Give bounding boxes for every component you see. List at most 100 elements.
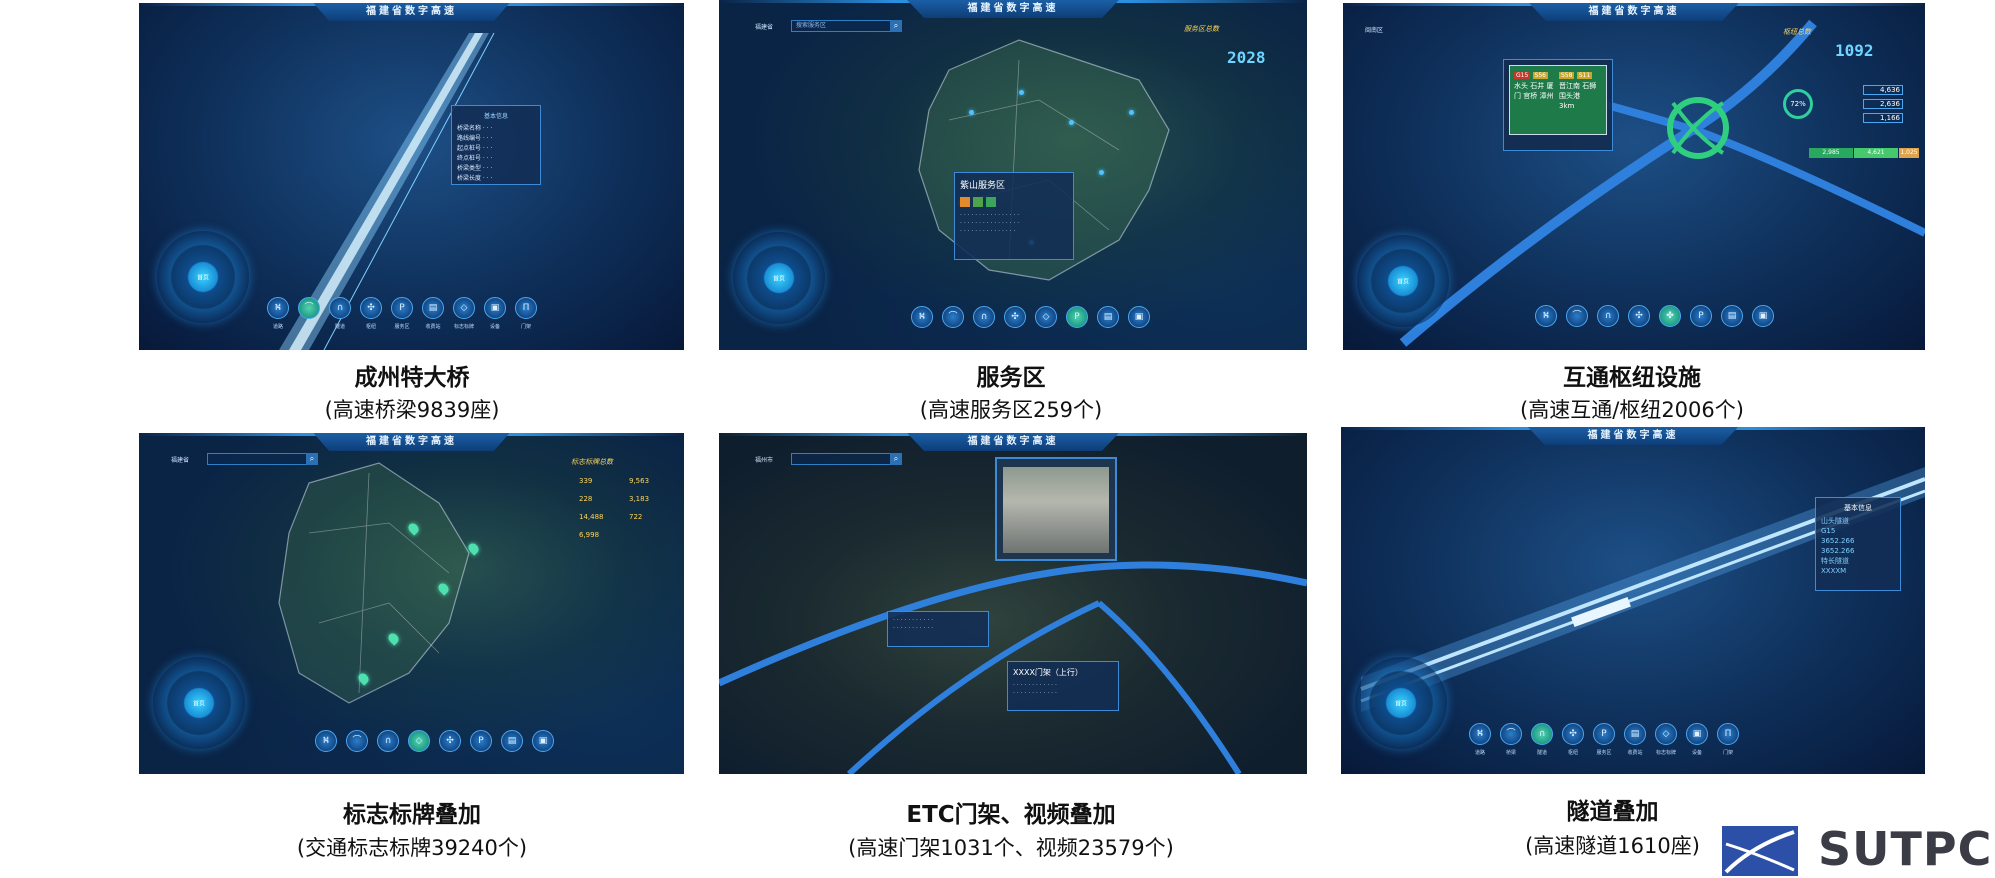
stat-value: 2028 [1227,48,1266,67]
category-toolbar: ⛕ ⌒ ∩ ✣ ✤ P ▤ ▣ [1535,305,1774,327]
toolbar-label: 收费站 [425,324,441,330]
info-title: 基本信息 [1844,504,1872,512]
sign-icon[interactable]: ◇ [1655,723,1677,745]
interchange-icon[interactable]: ✤ [1659,305,1681,327]
toll-icon[interactable]: ▤ [1721,305,1743,327]
toll-icon[interactable]: ▤ [1624,723,1646,745]
toolbar-label: 服务区 [1596,750,1612,756]
device-icon[interactable]: ▣ [532,730,554,752]
caption-title-interchange: 互通枢纽设施 [1563,365,1701,391]
toolbar-label: 收费站 [1627,750,1643,756]
toolbar-label: 标志标牌 [453,324,474,330]
caption-sub-bridge: (高速桥梁9839座) [324,398,500,422]
sign-destinations: 晋江南 石狮 围头港 [1559,82,1597,100]
road-icon[interactable]: ⛕ [911,306,933,328]
caption-title-tunnel: 隧道叠加 [1566,799,1659,825]
device-icon[interactable]: ▣ [1752,305,1774,327]
toolbar-label: 桥梁 [303,324,314,330]
stat-value: 14,488 [579,513,604,521]
sign-icon[interactable]: ◇ [408,730,430,752]
stat-title: 服务区总数 [1184,25,1219,33]
service-area-popup: 紫山服务区 · · · · · · · · · · · · · · · · · ·… [954,172,1074,260]
hub-icon[interactable]: ✣ [360,297,382,319]
service-area-icon[interactable]: P [1690,305,1712,327]
stat-title: 标志标牌总数 [571,458,613,466]
toll-icon[interactable]: ▤ [1097,306,1119,328]
device-icon[interactable]: ▣ [1128,306,1150,328]
hub-icon[interactable]: ✣ [1562,723,1584,745]
tunnel-icon[interactable]: ∩ [1531,723,1553,745]
nav-dial[interactable]: 首页 [733,232,825,324]
sign-icon[interactable]: ◇ [453,297,475,319]
toolbar-label: 设备 [489,324,500,330]
sign-icon[interactable]: ◇ [1035,306,1057,328]
toolbar-labels: 道路 桥梁 隧道 枢纽 服务区 收费站 标志标牌 设备 门架 [267,323,537,330]
category-toolbar: ⛕ ⌒ ∩ ✣ P ▤ ◇ ▣ Π [1469,723,1739,745]
hub-icon[interactable]: ✣ [1628,305,1650,327]
stats-grid: 339 9,563 228 3,183 14,488 722 6,998 [579,477,679,539]
tunnel-icon[interactable]: ∩ [329,297,351,319]
stat-value: 339 [579,477,593,485]
info-line: 3652.266 [1821,547,1855,555]
nav-dial[interactable]: 首页 [1357,235,1449,327]
service-area-pin[interactable] [969,110,974,115]
service-area-icon[interactable]: P [1593,723,1615,745]
service-area-icon[interactable]: P [391,297,413,319]
device-icon[interactable]: ▣ [1686,723,1708,745]
service-area-pin[interactable] [1129,110,1134,115]
bridge-icon[interactable]: ⌒ [942,306,964,328]
caption-sub-signs: (交通标志标牌39240个) [296,836,528,860]
toll-icon[interactable]: ▤ [501,730,523,752]
count-value: 1,166 [1863,113,1903,123]
bar-value: 1,025 [1899,148,1919,158]
caption-title-service-area: 服务区 [976,365,1046,391]
hub-icon[interactable]: ✣ [439,730,461,752]
stat-value: 228 [579,495,593,503]
sign-distance: 3km [1559,102,1575,110]
caption-title-signs: 标志标牌叠加 [343,802,481,828]
service-area-pin[interactable] [1019,90,1024,95]
nav-dial[interactable]: 首页 [1355,657,1447,749]
toolbar-label: 门架 [1722,750,1733,756]
stat-value: 1092 [1835,41,1874,60]
toolbar-label: 道路 [1474,750,1485,756]
bar-value: 2,985 [1809,148,1853,158]
info-line: 特长隧道 [1821,557,1849,565]
nav-dial[interactable]: 首页 [157,231,249,323]
road-icon[interactable]: ⛕ [267,297,289,319]
stat-value: 722 [629,513,643,521]
toolbar-label: 服务区 [394,324,410,330]
service-area-pin[interactable] [1069,120,1074,125]
count-value: 4,636 [1863,85,1903,95]
service-area-icon[interactable]: P [1066,306,1088,328]
bridge-icon[interactable]: ⌒ [1566,305,1588,327]
road-icon[interactable]: ⛕ [1469,723,1491,745]
toll-icon[interactable]: ▤ [422,297,444,319]
screenshot-tunnel: 福建省数字高速 基本信息 山头隧道 G15 3652.266 3652.266 … [1341,427,1925,774]
screenshot-etc-video: 福建省数字高速 福州市 ⌕ XXXX门架（上行） · · · · · · · ·… [719,433,1307,774]
gantry-icon[interactable]: Π [1717,723,1739,745]
category-bars: 2,985 4,621 1,025 [1809,148,1919,158]
tunnel-icon[interactable]: ∩ [1597,305,1619,327]
tunnel-icon[interactable]: ∩ [377,730,399,752]
info-line: 3652.266 [1821,537,1855,545]
caption-title-etc: ETC门架、视频叠加 [906,802,1116,828]
service-area-icon[interactable]: P [470,730,492,752]
gantry-title: XXXX门架（上行） [1013,668,1083,677]
bridge-icon[interactable]: ⌒ [298,297,320,319]
gantry-icon[interactable]: Π [515,297,537,319]
tunnel-icon[interactable]: ∩ [973,306,995,328]
road-icon[interactable]: ⛕ [1535,305,1557,327]
bridge-icon[interactable]: ⌒ [346,730,368,752]
hub-icon[interactable]: ✣ [1004,306,1026,328]
sign-destinations: 水头 石井 厦门 官桥 漳州 [1514,82,1554,100]
toolbar-label: 枢纽 [1567,750,1578,756]
device-icon[interactable]: ▣ [484,297,506,319]
road-icon[interactable]: ⛕ [315,730,337,752]
service-area-pin[interactable] [1099,170,1104,175]
gantry-popup: XXXX门架（上行） · · · · · · · · · · · · · · · … [1007,661,1119,711]
video-frame[interactable] [995,457,1117,561]
nav-dial[interactable]: 首页 [153,657,245,749]
toolbar-label: 桥梁 [1505,750,1516,756]
bridge-icon[interactable]: ⌒ [1500,723,1522,745]
